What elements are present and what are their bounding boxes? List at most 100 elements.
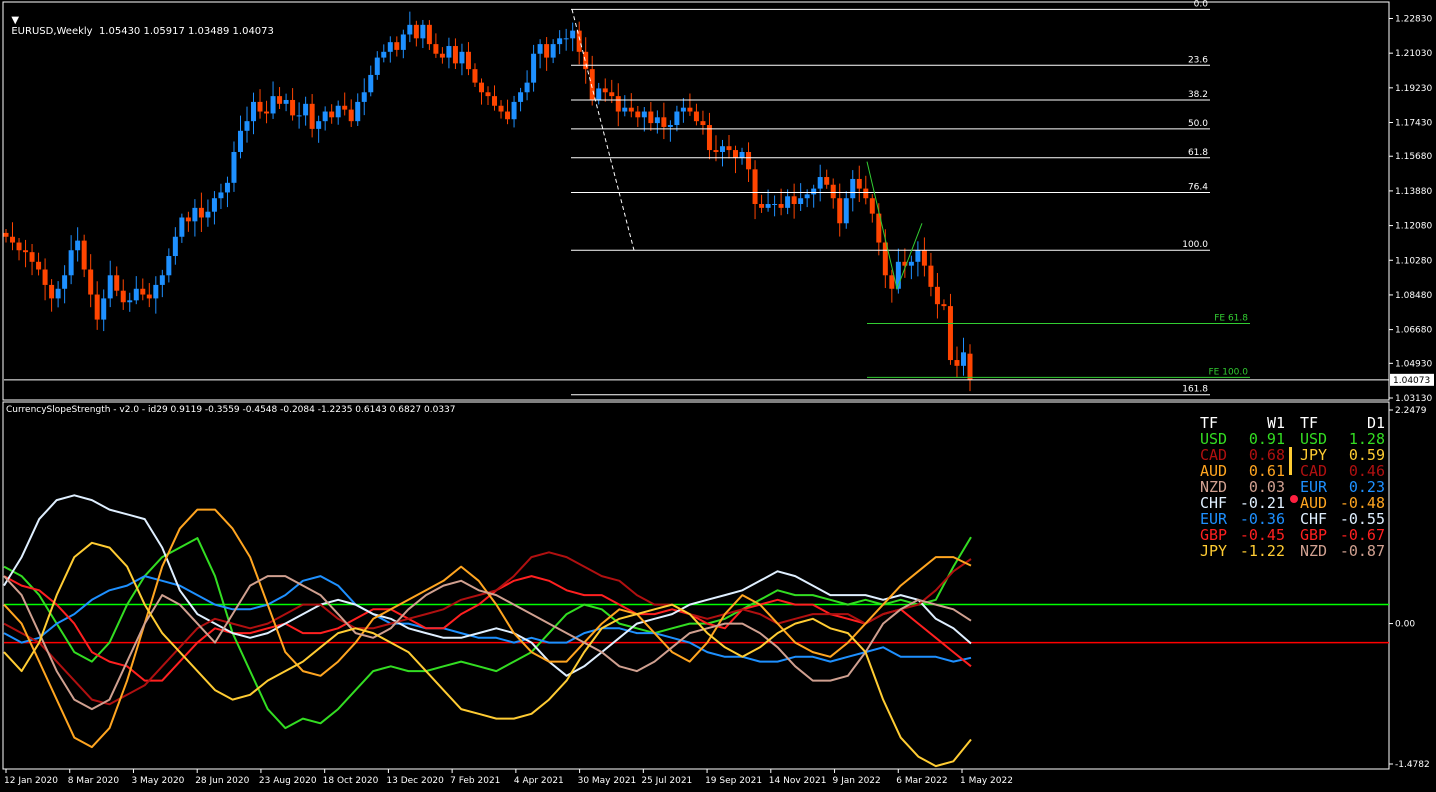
indicator-plot[interactable] — [3, 494, 1389, 768]
candle-body — [23, 250, 29, 253]
candle-body — [133, 288, 139, 301]
candle-body — [185, 217, 191, 222]
candle-body — [179, 217, 185, 237]
price-tick-label: 1.22830 — [1395, 14, 1432, 24]
candle-body — [146, 294, 152, 299]
candle-body — [478, 82, 484, 93]
candle-body — [843, 198, 849, 224]
fib-trend-line[interactable] — [571, 9, 635, 251]
candle-body — [81, 240, 87, 270]
candle-body — [667, 125, 673, 127]
candle-body — [166, 256, 172, 276]
candle-body — [381, 51, 387, 58]
alert-dot-icon — [1290, 495, 1298, 503]
candle-body — [192, 207, 198, 222]
price-plot[interactable]: 0.0 23.6 38.2 50.0 61.8 76.4 100.0 FE 61.8 FE 10… — [3, 0, 1390, 396]
strength-line-eur — [3, 575, 972, 663]
candle-body — [296, 115, 302, 117]
candle-body — [856, 178, 862, 189]
fib-level-label: 50.0 — [1188, 119, 1208, 129]
dropdown-triangle-icon[interactable]: ▼ — [11, 15, 19, 26]
candle-body — [374, 57, 380, 75]
price-tick-label: 1.08480 — [1395, 291, 1432, 301]
price-tick-label: 1.12080 — [1395, 222, 1432, 232]
candle-body — [492, 96, 498, 106]
candle-body — [719, 146, 725, 152]
candle-body — [244, 121, 250, 131]
candle-body — [94, 294, 100, 320]
candle-body — [29, 252, 35, 262]
candle-body — [661, 117, 667, 127]
candle-body — [237, 130, 243, 152]
chart-canvas[interactable]: 0.0 23.6 38.2 50.0 61.8 76.4 100.0 FE 61.8 FE 10… — [0, 0, 1436, 792]
candle-body — [850, 178, 856, 199]
candle-body — [921, 250, 927, 266]
candle-body — [42, 269, 48, 285]
candle-body — [361, 92, 367, 102]
candle-body — [16, 242, 22, 251]
time-tick-label: 7 Feb 2021 — [450, 776, 500, 786]
candle-body — [563, 38, 569, 40]
time-tick-label: 8 Mar 2020 — [68, 776, 120, 786]
candle-body — [75, 240, 81, 251]
candle-body — [3, 232, 9, 237]
candle-body — [407, 24, 413, 35]
candle-body — [290, 99, 296, 116]
candle-body — [49, 284, 55, 299]
time-tick-label: 18 Oct 2020 — [323, 776, 379, 786]
candle-body — [798, 198, 804, 205]
candle-body — [700, 121, 706, 126]
candle-body — [198, 207, 204, 218]
price-tick-label: 1.15680 — [1395, 152, 1432, 162]
strength-value: -1.22 — [1240, 542, 1285, 560]
candle-body — [231, 151, 237, 183]
fib-level-label: 23.6 — [1188, 55, 1208, 65]
candle-body — [915, 250, 921, 262]
candle-body — [596, 88, 602, 100]
candle-body — [746, 151, 752, 170]
price-panel-header: ▼ EURUSD,Weekly 1.05430 1.05917 1.03489 … — [5, 4, 274, 37]
time-tick-label: 14 Nov 2021 — [769, 776, 827, 786]
candle-body — [465, 51, 471, 70]
candle-body — [355, 101, 361, 122]
time-tick-label: 3 May 2020 — [131, 776, 184, 786]
candle-body — [830, 184, 836, 199]
candle-body — [205, 211, 211, 218]
candle-body — [218, 192, 224, 199]
candle-body — [941, 304, 947, 307]
candle-body — [954, 360, 960, 366]
candle-body — [648, 111, 654, 124]
candle-body — [368, 74, 374, 93]
time-tick-label: 30 May 2021 — [578, 776, 637, 786]
candle-body — [36, 261, 42, 270]
candle-body — [426, 24, 432, 45]
fib-level-label: 38.2 — [1188, 90, 1208, 100]
fib-extension-label: FE 61.8 — [1214, 313, 1248, 323]
candle-body — [433, 44, 439, 54]
candle-body — [733, 150, 739, 158]
indicator-panel-header: CurrencySlopeStrength - v2.0 - id29 0.91… — [6, 405, 456, 415]
strength-value: -0.87 — [1340, 542, 1385, 560]
candle-body — [257, 101, 263, 112]
candle-body — [680, 107, 686, 112]
candle-body — [224, 182, 230, 193]
candle-body — [283, 99, 289, 104]
candle-body — [88, 269, 94, 295]
price-panel-frame — [2, 1, 1390, 401]
candle-body — [765, 204, 771, 208]
candle-body — [628, 107, 634, 112]
candle-body — [348, 109, 354, 122]
price-tick-label: 1.13880 — [1395, 187, 1432, 197]
candle-body — [739, 151, 745, 158]
candle-body — [674, 111, 680, 126]
candle-body — [544, 44, 550, 58]
time-tick-label: 12 Jan 2020 — [4, 776, 58, 786]
candle-body — [531, 53, 537, 83]
price-tick-label: 1.10280 — [1395, 256, 1432, 266]
candle-body — [908, 261, 914, 266]
candle-body — [420, 24, 426, 39]
fib-extension-zigzag[interactable] — [866, 161, 923, 291]
candle-body — [309, 103, 315, 129]
candle-body — [62, 275, 68, 289]
candle-body — [693, 111, 699, 122]
